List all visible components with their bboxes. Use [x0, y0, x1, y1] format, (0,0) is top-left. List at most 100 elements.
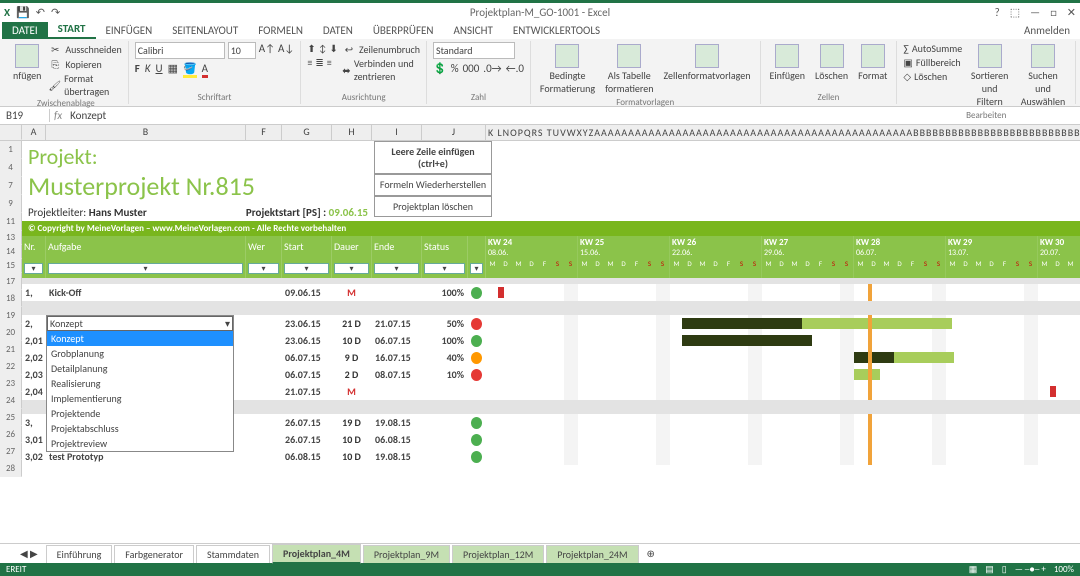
align-bot-icon[interactable]: ⬇ — [330, 42, 338, 55]
filter-icon[interactable]: ▾ — [48, 263, 243, 274]
row-header[interactable]: 19 — [0, 307, 22, 324]
insert-cells-button[interactable]: Einfügen — [767, 42, 809, 84]
col-header[interactable]: J — [422, 125, 486, 140]
minimize-icon[interactable]: — — [1030, 6, 1040, 19]
col-header[interactable]: F — [246, 125, 282, 140]
view-break-icon[interactable]: ▯ — [1002, 564, 1007, 575]
dropdown-option[interactable]: Detailplanung — [47, 361, 233, 376]
tab-entwicklertools[interactable]: ENTWICKLERTOOLS — [503, 22, 610, 39]
insert-row-button[interactable]: Leere Zeile einfügen (ctrl+e) — [374, 141, 492, 174]
delete-cells-button[interactable]: Löschen — [812, 42, 851, 84]
filter-icon[interactable]: ▾ — [424, 263, 465, 274]
clear-button[interactable]: ◇Löschen — [903, 70, 962, 83]
dropdown-option[interactable]: Projektende — [47, 406, 233, 421]
restore-formulas-button[interactable]: Formeln Wiederherstellen — [374, 174, 492, 196]
tab-überprüfen[interactable]: ÜBERPRÜFEN — [363, 22, 444, 39]
conditional-fmt-button[interactable]: Bedingte Formatierung — [537, 42, 598, 97]
row-header[interactable]: 4 — [0, 159, 22, 177]
row-header[interactable]: 13 — [0, 231, 22, 245]
view-normal-icon[interactable]: ▦ — [969, 564, 978, 575]
filter-icon[interactable]: ▾ — [334, 263, 369, 274]
dec-dec-icon[interactable]: ←.0 — [506, 62, 524, 75]
ribbon-options-icon[interactable]: ⬚ — [1010, 6, 1020, 19]
col-header[interactable]: B — [46, 125, 246, 140]
format-painter-button[interactable]: 🖌Format übertragen — [48, 72, 121, 98]
row-header[interactable]: 17 — [0, 273, 22, 290]
zoom-slider[interactable]: — ─●─ + — [1015, 564, 1046, 575]
row-header[interactable]: 9 — [0, 195, 22, 213]
tab-seitenlayout[interactable]: SEITENLAYOUT — [162, 22, 248, 39]
view-layout-icon[interactable]: ▤ — [985, 564, 994, 575]
save-icon[interactable]: 💾 — [16, 6, 30, 19]
tab-einfügen[interactable]: EINFÜGEN — [96, 22, 163, 39]
tab-nav-icon[interactable]: ◀ ▶ — [20, 547, 38, 560]
bold-button[interactable]: F — [135, 62, 140, 78]
add-sheet-icon[interactable]: ⊕ — [641, 547, 661, 560]
find-select-button[interactable]: Suchen und Auswählen — [1017, 42, 1069, 110]
dropdown-option[interactable]: Projektabschluss — [47, 421, 233, 436]
align-left-icon[interactable]: ≡ — [307, 56, 312, 69]
row-header[interactable]: 11 — [0, 213, 22, 231]
align-mid-icon[interactable]: ↕ — [319, 42, 327, 55]
delete-plan-button[interactable]: Projektplan löschen — [374, 196, 492, 218]
row-header[interactable]: 23 — [0, 375, 22, 392]
row-header[interactable]: 1 — [0, 141, 22, 159]
row-header[interactable]: 22 — [0, 358, 22, 375]
sheet-tab[interactable]: Farbgenerator — [114, 545, 194, 563]
currency-icon[interactable]: 💲 — [433, 62, 447, 75]
col-header[interactable]: I — [372, 125, 422, 140]
fx-icon[interactable]: fx — [50, 109, 66, 122]
row-header[interactable]: 14 — [0, 245, 22, 259]
task-row[interactable]: 1,Kick-Off09.06.15M100% — [22, 284, 1080, 301]
dropdown-option[interactable]: Grobplanung — [47, 346, 233, 361]
comma-icon[interactable]: 000 — [463, 62, 480, 75]
sheet-tab[interactable]: Projektplan_4M — [272, 544, 361, 564]
border-icon[interactable]: ▦ — [168, 62, 178, 78]
name-box[interactable]: B19 — [2, 109, 50, 122]
sort-filter-button[interactable]: Sortieren und Filtern — [966, 42, 1013, 110]
wrap-text-button[interactable]: ↩Zeilenumbruch — [342, 42, 420, 56]
filter-icon[interactable]: ▾ — [374, 263, 419, 274]
row-header[interactable]: 21 — [0, 341, 22, 358]
row-header[interactable]: 24 — [0, 392, 22, 409]
copy-button[interactable]: ⎘Kopieren — [48, 57, 121, 71]
row-header[interactable]: 20 — [0, 324, 22, 341]
filter-icon[interactable]: ▾ — [470, 263, 483, 274]
tab-formeln[interactable]: FORMELN — [248, 22, 313, 39]
close-icon[interactable]: ✕ — [1067, 6, 1076, 19]
fill-color-icon[interactable]: 🪣 — [183, 62, 197, 78]
task-row[interactable]: 2,Konzept23.06.1521 D21.07.1550%Konzept▾… — [22, 315, 1080, 332]
paste-button[interactable]: nfügen — [10, 42, 44, 84]
account-link[interactable]: Anmelden — [1014, 22, 1080, 39]
sheet-tab[interactable]: Stammdaten — [196, 545, 270, 563]
row-header[interactable]: 27 — [0, 443, 22, 460]
font-size-select[interactable]: 10 — [228, 42, 256, 59]
shrink-font-icon[interactable]: A↓ — [278, 42, 294, 59]
dropdown-option[interactable]: Konzept — [47, 331, 233, 346]
dropdown-option[interactable]: Realisierung — [47, 376, 233, 391]
format-table-button[interactable]: Als Tabelle formatieren — [602, 42, 656, 97]
autosum-button[interactable]: ∑AutoSumme — [903, 42, 962, 55]
cut-button[interactable]: ✂Ausschneiden — [48, 42, 121, 56]
task-dropdown[interactable]: Konzept▾KonzeptGrobplanungDetailplanungR… — [46, 315, 234, 452]
sheet-tab[interactable]: Einführung — [46, 545, 113, 563]
col-header[interactable]: G — [282, 125, 332, 140]
filter-icon[interactable]: ▾ — [284, 263, 329, 274]
col-header[interactable]: A — [22, 125, 46, 140]
row-header[interactable]: 7 — [0, 177, 22, 195]
maximize-icon[interactable]: □ — [1050, 6, 1057, 19]
sheet-tab[interactable]: Projektplan_24M — [546, 545, 638, 563]
font-name-select[interactable]: Calibri — [135, 42, 225, 59]
row-header[interactable]: 28 — [0, 460, 22, 477]
dropdown-option[interactable]: Projektreview — [47, 436, 233, 451]
grow-font-icon[interactable]: A↑ — [259, 42, 275, 59]
col-header[interactable]: H — [332, 125, 372, 140]
cell-styles-button[interactable]: Zellenformatvorlagen — [660, 42, 753, 84]
tab-ansicht[interactable]: ANSICHT — [444, 22, 503, 39]
formula-bar[interactable]: Konzept — [66, 109, 1080, 122]
tab-datei[interactable]: DATEI — [2, 22, 48, 39]
number-format-select[interactable]: Standard — [433, 42, 515, 59]
row-header[interactable]: 25 — [0, 409, 22, 426]
row-header[interactable]: 26 — [0, 426, 22, 443]
sheet-tab[interactable]: Projektplan_9M — [363, 545, 450, 563]
